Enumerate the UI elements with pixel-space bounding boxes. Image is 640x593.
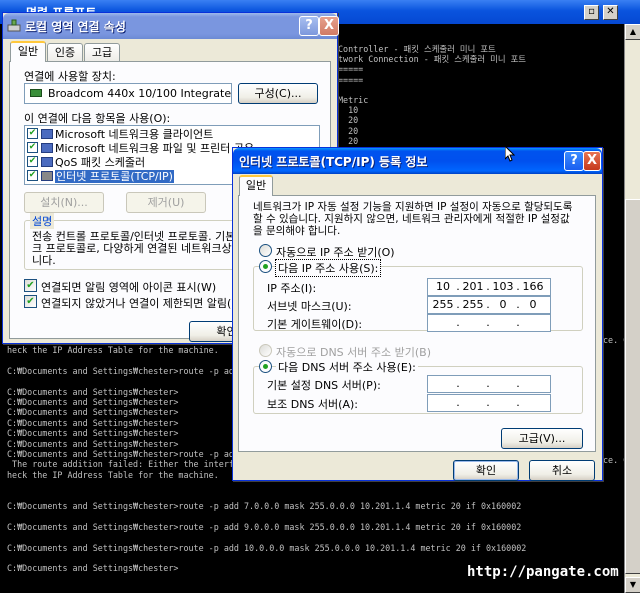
list-item[interactable]: ✔ Microsoft 네트워크용 파일 및 프린터 공유 [27,142,254,155]
auto-ip-radio[interactable] [259,244,272,257]
service-icon [41,143,53,153]
console-line: C:₩Documents and Settings₩chester> [7,438,179,449]
tab-general[interactable]: 일반 [239,175,273,196]
console-line: 20 [338,115,359,126]
subnet-mask-field[interactable]: 255. 255. 0. 0 [427,296,551,314]
remove-button[interactable]: 제거(U) [126,192,206,213]
ok-button[interactable]: 확인 [453,460,519,481]
item-checkbox[interactable]: ✔ [27,170,38,181]
description-line: 크 프로토콜로, 다양하게 연결된 네트워크상에 [32,242,242,255]
console-line: 10 [338,105,359,116]
tcpip-general-panel: 네트워크가 IP 자동 설정 기능을 지원하면 IP 설정이 자동으로 할당되도… [238,195,596,452]
help-icon[interactable]: ? [299,16,319,36]
console-line: heck the IP Address Table for the machin… [7,469,219,480]
close-icon[interactable]: X [319,16,339,36]
manual-ip-radio[interactable] [259,260,272,273]
console-line: C:₩Documents and Settings₩chester> [7,386,179,397]
service-icon [41,157,53,167]
console-line: Metric [338,95,369,105]
gateway-label: 기본 게이트웨이(D): [267,318,363,331]
subnet-mask-label: 서브넷 마스크(U): [267,300,352,313]
list-item[interactable]: ✔ Microsoft 네트워크용 클라이언트 [27,128,213,141]
ip-address-label: IP 주소(I): [267,282,317,295]
tab-advanced[interactable]: 고급 [84,43,120,62]
alternate-dns-label: 보조 DNS 서버(A): [267,398,358,411]
mouse-cursor-icon [505,146,515,162]
preferred-dns-field[interactable]: ... [427,375,551,393]
network-connection-icon [7,19,21,32]
console-scrollbar[interactable]: ▲ ▼ [624,24,640,593]
protocol-icon [41,171,53,181]
network-card-icon [30,89,42,97]
tcpip-properties-dialog: 인터넷 프로토콜(TCP/IP) 등록 정보 ? X 일반 네트워크가 IP 자… [232,147,603,481]
help-icon[interactable]: ? [564,151,584,171]
close-icon[interactable]: X [583,151,601,171]
console-line: Controller - 패킷 스케줄러 미니 포트 [338,44,496,54]
notify-checkbox[interactable]: ✔ [24,295,37,308]
tab-authentication[interactable]: 인증 [47,43,83,62]
manual-ip-label: 다음 IP 주소 사용(S): [275,259,382,277]
tcpip-dialog-title: 인터넷 프로토콜(TCP/IP) 등록 정보 [239,155,428,169]
advanced-button[interactable]: 고급(V)... [501,428,583,449]
description-caption: 설명 [30,213,55,229]
console-line: C:₩Documents and Settings₩chester> [7,563,179,574]
console-line: C:₩Documents and Settings₩chester>route … [7,521,522,532]
ip-address-field[interactable]: 10. 201. 103. 166 [427,278,551,296]
cancel-button[interactable]: 취소 [529,460,595,481]
console-line: ===== [338,64,364,75]
close-icon[interactable]: ✕ [603,5,618,20]
console-line: 20 [338,125,359,136]
configure-button[interactable]: 구성(C)... [238,83,318,104]
scroll-down-icon[interactable]: ▼ [625,577,640,593]
show-icon-label: 연결되면 알림 영역에 아이콘 표시(W) [41,281,217,294]
watermark: http://pangate.com [467,564,619,580]
console-line: The route addition failed: Either the in… [7,459,250,470]
client-icon [41,129,53,139]
console-line: C:₩Documents and Settings₩chester> [7,397,179,407]
lan-dialog-titlebar[interactable]: 로컬 영역 연결 속성 ? X [3,13,339,39]
console-line: ===== [338,74,364,85]
gateway-field[interactable]: ... [427,314,551,332]
alternate-dns-field[interactable]: ... [427,394,551,412]
lan-dialog-title: 로컬 영역 연결 속성 [25,20,126,34]
items-label: 이 연결에 다음 항목을 사용(O): [24,112,171,125]
tcpip-dialog-titlebar[interactable]: 인터넷 프로토콜(TCP/IP) 등록 정보 ? X [233,148,602,174]
console-line: C:₩Documents and Settings₩chester>route … [7,501,522,511]
show-icon-checkbox[interactable]: ✔ [24,279,37,292]
install-button[interactable]: 설치(N)... [24,192,104,213]
console-line: C:₩Documents and Settings₩chester> [7,407,179,418]
console-line: C:₩Documents and Settings₩chester>route … [7,365,239,376]
item-checkbox[interactable]: ✔ [27,142,38,153]
auto-ip-label: 자동으로 IP 주소 받기(O) [276,246,395,259]
description-line: 니다. [32,254,56,267]
console-line: C:₩Documents and Settings₩chester> [7,428,179,439]
preferred-dns-label: 기본 설정 DNS 서버(P): [267,379,381,392]
console-line: C:₩Documents and Settings₩chester>route … [7,449,239,459]
device-name: Broadcom 440x 10/100 Integrated Co [48,87,232,100]
tab-general[interactable]: 일반 [10,41,46,62]
console-line: C:₩Documents and Settings₩chester> [7,417,179,428]
intro-text: 을 문의해야 합니다. [253,225,341,237]
auto-dns-label: 자동으로 DNS 서버 주소 받기(B) [276,346,431,359]
list-item[interactable]: ✔ 인터넷 프로토콜(TCP/IP) [27,170,174,183]
scroll-up-icon[interactable]: ▲ [625,24,640,40]
manual-dns-label: 다음 DNS 서버 주소 사용(E): [276,359,418,375]
notify-label: 연결되지 않았거나 연결이 제한되면 알림(M) [41,297,246,310]
device-name-field: Broadcom 440x 10/100 Integrated Co [24,83,232,104]
auto-dns-radio[interactable] [259,344,272,357]
restore-icon[interactable]: ▫ [584,5,599,20]
console-line: heck the IP Address Table for the machin… [7,345,219,355]
manual-dns-radio[interactable] [259,360,272,373]
console-line: C:₩Documents and Settings₩chester>route … [7,542,527,553]
item-checkbox[interactable]: ✔ [27,156,38,167]
console-line: twork Connection - 패킷 스케줄러 미니 포트 [338,54,526,65]
console-line: 20 [338,135,359,146]
scroll-thumb[interactable] [625,199,640,574]
list-item[interactable]: ✔ QoS 패킷 스케줄러 [27,156,145,169]
connect-using-label: 연결에 사용할 장치: [24,70,116,83]
item-checkbox[interactable]: ✔ [27,128,38,139]
